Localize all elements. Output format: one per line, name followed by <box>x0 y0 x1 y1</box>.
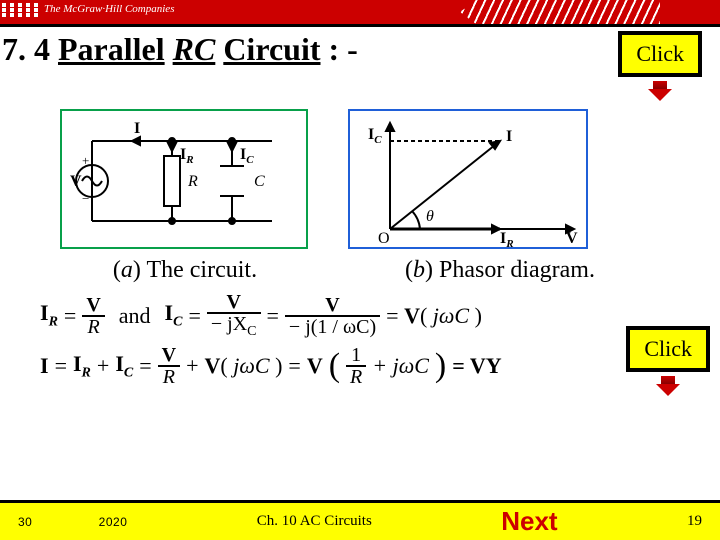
click-button-1[interactable]: Click <box>618 31 702 77</box>
svg-text:IC: IC <box>240 146 254 166</box>
svg-text:I: I <box>134 120 140 137</box>
svg-text:IC: IC <box>368 126 382 146</box>
equation-ir-ic: IR = VR and IC = V− jXC = V− j(1 / ωC) =… <box>0 290 720 341</box>
svg-text:V: V <box>70 173 82 190</box>
greek-key-icon <box>2 0 38 24</box>
brand-text: The McGraw·Hill Companies <box>44 3 174 15</box>
figure-a-circuit: V + − I IR IC R C <box>60 109 308 249</box>
slide-title: 7. 4 Parallel RC Circuit : - <box>2 31 358 68</box>
svg-text:O: O <box>378 230 390 247</box>
brand-header: The McGraw·Hill Companies <box>0 0 720 24</box>
svg-text:V: V <box>566 230 578 247</box>
page-number: 19 <box>687 513 702 530</box>
footer-date: 30 2020 <box>18 515 127 529</box>
svg-text:IR: IR <box>500 230 514 247</box>
click-callout-1: Click <box>618 31 702 99</box>
slide-footer: 30 2020 Ch. 10 AC Circuits Next 19 <box>0 500 720 540</box>
svg-text:C: C <box>254 173 265 190</box>
svg-text:I: I <box>506 128 512 145</box>
svg-text:θ: θ <box>426 208 434 225</box>
down-arrow-icon <box>645 81 675 99</box>
svg-text:R: R <box>187 173 198 190</box>
figure-captions: (a) The circuit. (b) Phasor diagram. <box>0 253 720 290</box>
svg-text:+: + <box>82 153 89 168</box>
svg-text:IR: IR <box>180 146 194 166</box>
svg-text:−: − <box>82 191 89 206</box>
equation-i-total: I = IR + IC = VR + V( jωC ) = V ( 1R + j… <box>0 341 720 389</box>
footer-chapter: Ch. 10 AC Circuits <box>257 513 372 530</box>
chevron-pattern-icon <box>460 0 660 24</box>
figure-b-phasor: IC I θ O IR V <box>348 109 588 249</box>
next-button[interactable]: Next <box>501 506 557 537</box>
